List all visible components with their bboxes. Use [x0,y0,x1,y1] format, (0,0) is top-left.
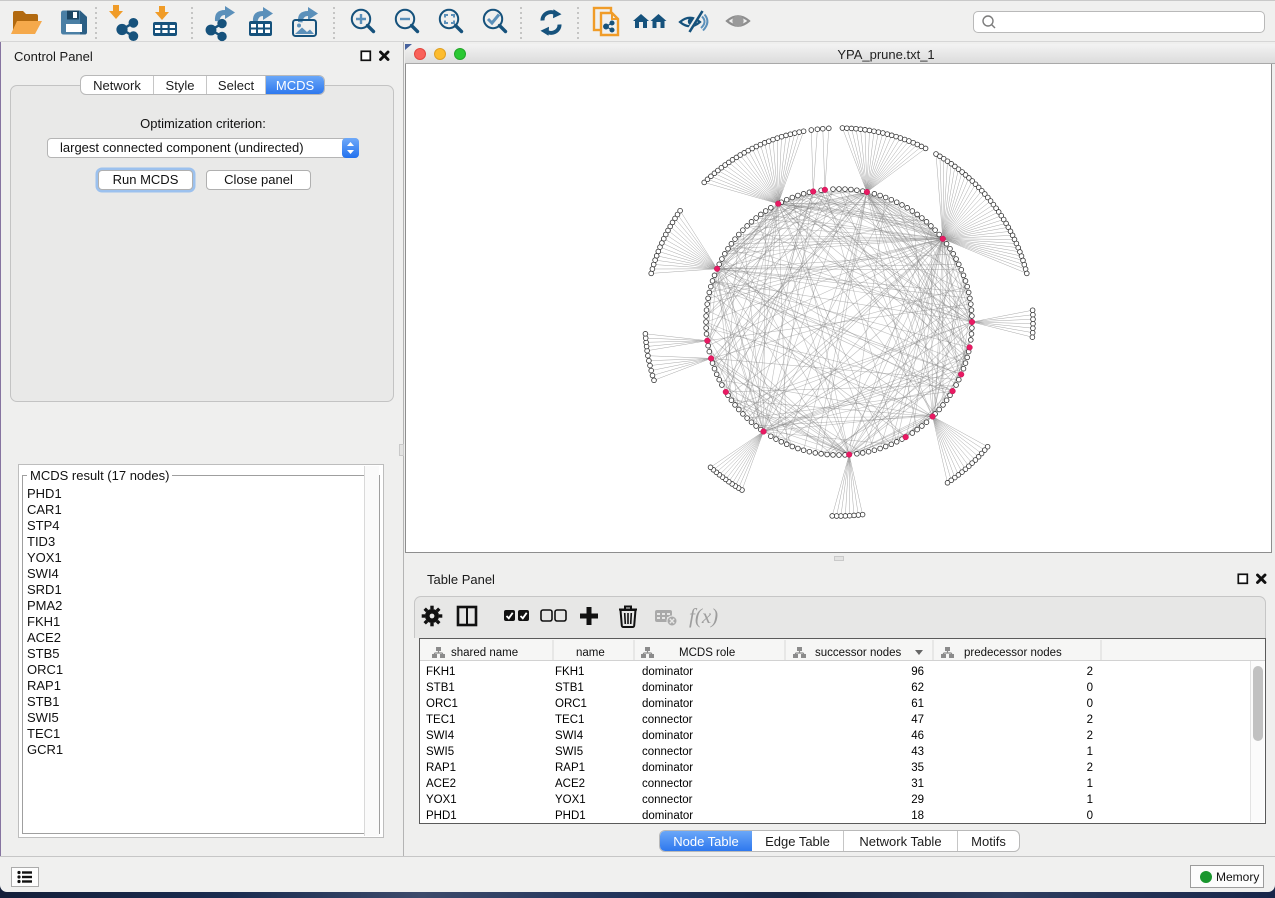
svg-text:name: name [576,647,605,659]
svg-text:f(x): f(x) [689,604,718,628]
svg-text:MCDS role: MCDS role [679,647,735,659]
svg-text:successor nodes: successor nodes [815,647,902,659]
svg-text:predecessor nodes: predecessor nodes [964,647,1062,659]
svg-text:shared name: shared name [451,647,518,659]
